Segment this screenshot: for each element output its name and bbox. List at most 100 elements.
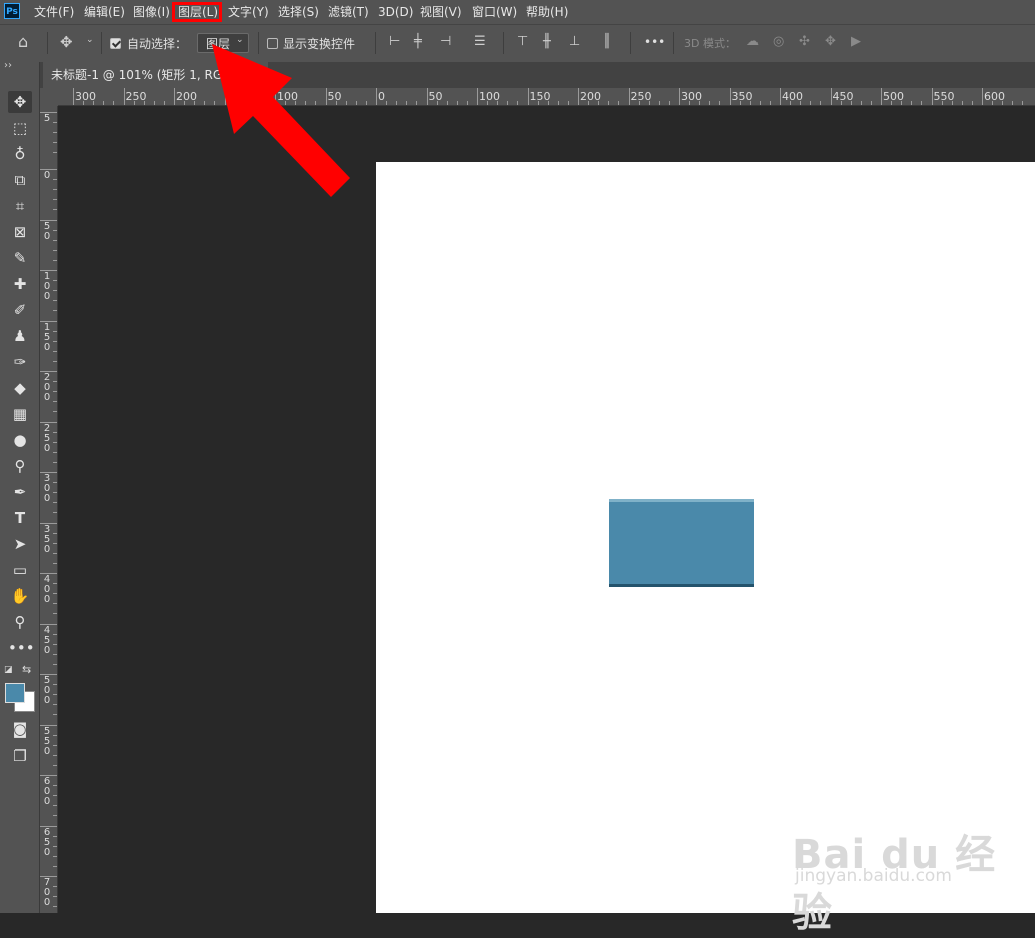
screen-mode-icon[interactable]: ❐ xyxy=(8,745,32,767)
object-select-icon[interactable]: ⧉ xyxy=(8,169,32,191)
ruler-minor-tick xyxy=(921,101,923,105)
default-colors-icon[interactable]: ◪ xyxy=(4,665,13,675)
ruler-minor-tick xyxy=(53,583,57,585)
hand-icon[interactable]: ✋ xyxy=(8,585,32,607)
ruler-tick xyxy=(174,88,175,105)
ruler-minor-tick xyxy=(689,101,691,105)
healing-brush-icon[interactable]: ✚ xyxy=(8,273,32,295)
ruler-minor-tick xyxy=(53,340,57,342)
rectangle-icon[interactable]: ▭ xyxy=(8,559,32,581)
ruler-minor-tick xyxy=(699,101,701,105)
type-icon[interactable]: T xyxy=(8,507,32,529)
menu-window[interactable]: 窗口(W) xyxy=(472,0,517,24)
ruler-minor-tick xyxy=(567,101,569,105)
eyedropper-icon[interactable]: ✎ xyxy=(8,247,32,269)
menu-type[interactable]: 文字(Y) xyxy=(228,0,269,24)
ruler-minor-tick xyxy=(53,152,57,154)
distribute-h-icon[interactable]: ☰ xyxy=(474,34,486,49)
3d-pan-icon[interactable]: ✣ xyxy=(799,34,810,49)
ruler-minor-tick xyxy=(759,101,761,105)
ruler-label: 5 0 0 xyxy=(43,675,51,706)
auto-select-target-value: 图层 xyxy=(206,37,231,51)
menu-image[interactable]: 图像(I) xyxy=(133,0,170,24)
frame-icon[interactable]: ⊠ xyxy=(8,221,32,243)
separator xyxy=(673,32,674,54)
menu-view[interactable]: 视图(V) xyxy=(420,0,462,24)
3d-roll-icon[interactable]: ◎ xyxy=(773,34,784,49)
move-tool-options-icon[interactable]: ✥ xyxy=(60,33,73,51)
show-transform-checkbox[interactable] xyxy=(267,38,278,49)
ruler-minor-tick xyxy=(244,101,246,105)
swap-colors-icon[interactable]: ⇆ xyxy=(22,663,31,676)
zoom-icon[interactable]: ⚲ xyxy=(8,611,32,633)
ruler-minor-tick xyxy=(53,694,57,696)
3d-scale-icon[interactable]: ▶ xyxy=(851,34,861,49)
crop-icon[interactable]: ⌗ xyxy=(8,195,32,217)
menu-edit[interactable]: 编辑(E) xyxy=(84,0,125,24)
rectangle-layer[interactable] xyxy=(609,499,754,587)
align-right-icon[interactable]: ⊣ xyxy=(440,34,451,49)
ruler-minor-tick xyxy=(406,101,408,105)
align-bottom-icon[interactable]: ⊥ xyxy=(569,34,580,49)
lasso-icon[interactable]: ♁ xyxy=(8,143,32,165)
ruler-label: 0 xyxy=(43,170,51,181)
eraser-icon[interactable]: ◆ xyxy=(8,377,32,399)
ruler-minor-tick xyxy=(204,101,206,105)
horizontal-ruler[interactable]: 300 250 200 150 100 50 0 50 100 150 200 250 300 350 40… xyxy=(58,88,1035,106)
ruler-minor-tick xyxy=(53,805,57,807)
document-tab-title: 未标题-1 @ 101% (矩形 1, RGB/8 xyxy=(51,68,243,82)
separator xyxy=(503,32,504,54)
collapse-panel-icon[interactable]: ›› xyxy=(4,60,12,71)
quick-mask-icon[interactable]: ◙ xyxy=(8,718,32,740)
more-options-button[interactable]: ••• xyxy=(644,35,665,49)
foreground-color-swatch[interactable] xyxy=(5,683,25,703)
menu-file[interactable]: 文件(F) xyxy=(34,0,74,24)
ruler-minor-tick xyxy=(335,101,337,105)
ruler-minor-tick xyxy=(53,795,57,797)
ruler-minor-tick xyxy=(53,653,57,655)
path-select-icon[interactable]: ➤ xyxy=(8,533,32,555)
3d-orbit-icon[interactable]: ☁ xyxy=(746,34,759,49)
ruler-minor-tick xyxy=(53,633,57,635)
ruler-minor-tick xyxy=(608,101,610,105)
menu-filter[interactable]: 滤镜(T) xyxy=(328,0,369,24)
blur-icon[interactable]: ● xyxy=(8,429,32,451)
menu-3d[interactable]: 3D(D) xyxy=(378,0,413,24)
move-icon[interactable]: ✥ xyxy=(8,91,32,113)
history-brush-icon[interactable]: ✑ xyxy=(8,351,32,373)
ruler-minor-tick xyxy=(53,401,57,403)
brush-icon[interactable]: ✐ xyxy=(8,299,32,321)
3d-slide-icon[interactable]: ✥ xyxy=(825,34,836,49)
menu-help[interactable]: 帮助(H) xyxy=(526,0,568,24)
pen-icon[interactable]: ✒ xyxy=(8,481,32,503)
ruler-minor-tick xyxy=(53,431,57,433)
ruler-minor-tick xyxy=(850,101,852,105)
align-middle-v-icon[interactable]: ╫ xyxy=(543,34,551,49)
dodge-icon[interactable]: ⚲ xyxy=(8,455,32,477)
ruler-minor-tick xyxy=(739,101,741,105)
menu-select[interactable]: 选择(S) xyxy=(278,0,319,24)
auto-select-checkbox[interactable] xyxy=(110,38,121,49)
vertical-ruler[interactable]: 5 0 5 0 1 0 0 1 5 0 2 0 0 2 5 0 3 0 0 3 5 0 4 0 0… xyxy=(40,106,58,913)
ruler-tick xyxy=(982,88,983,105)
align-left-icon[interactable]: ⊢ xyxy=(389,34,400,49)
ruler-minor-tick xyxy=(53,552,57,554)
separator xyxy=(630,32,631,54)
clone-stamp-icon[interactable]: ♟ xyxy=(8,325,32,347)
more-tools-icon[interactable]: ••• xyxy=(8,637,35,659)
ruler-origin[interactable] xyxy=(40,88,58,106)
gradient-icon[interactable]: ▦ xyxy=(8,403,32,425)
ruler-minor-tick xyxy=(355,101,357,105)
ruler-minor-tick xyxy=(497,101,499,105)
home-icon[interactable]: ⌂ xyxy=(18,32,28,51)
show-transform-label: 显示变换控件 xyxy=(283,37,356,51)
ruler-minor-tick xyxy=(1002,101,1004,105)
ruler-minor-tick xyxy=(557,101,559,105)
ruler-minor-tick xyxy=(53,835,57,837)
align-center-h-icon[interactable]: ╪ xyxy=(414,34,422,49)
distribute-v-icon[interactable]: ║ xyxy=(603,34,611,49)
chevron-down-icon[interactable]: ⌄ xyxy=(86,35,94,45)
ruler-tick xyxy=(123,88,125,105)
marquee-icon[interactable]: ⬚ xyxy=(8,117,32,139)
align-top-icon[interactable]: ⊤ xyxy=(517,34,528,49)
